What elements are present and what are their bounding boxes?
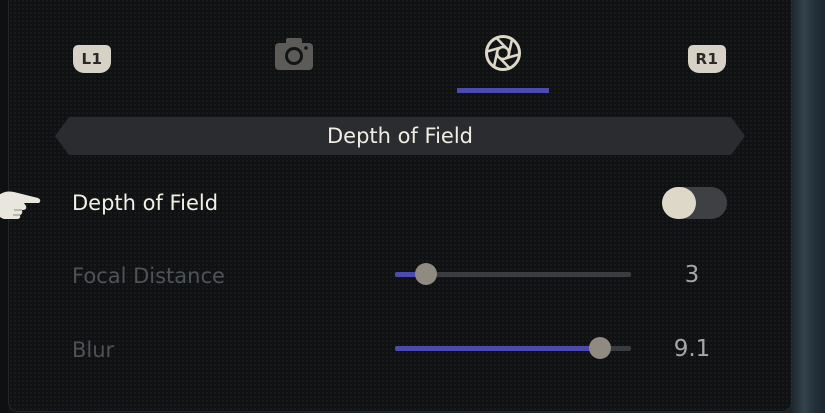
depth-of-field-label: Depth of Field: [72, 191, 219, 215]
focal-distance-value: 3: [684, 262, 700, 288]
blur-label: Blur: [72, 338, 115, 362]
blur-slider[interactable]: [395, 337, 631, 359]
depth-of-field-toggle[interactable]: [662, 187, 727, 219]
focal-distance-label: Focal Distance: [72, 264, 225, 288]
background-right-edge: [790, 0, 825, 413]
blur-slider-fill: [395, 346, 601, 351]
l1-button[interactable]: L1: [73, 45, 111, 73]
camera-icon: [275, 38, 313, 70]
section-header: Depth of Field: [55, 117, 745, 155]
l1-button-label: L1: [73, 45, 111, 73]
blur-value: 9.1: [673, 336, 711, 362]
pointing-hand-icon: [0, 191, 41, 219]
toggle-knob: [662, 187, 696, 219]
focal-distance-slider[interactable]: [395, 263, 631, 285]
selection-pointer: [0, 184, 44, 228]
r1-button[interactable]: R1: [688, 45, 726, 73]
tab-camera[interactable]: [274, 37, 314, 71]
tab-depth-of-field[interactable]: [484, 34, 522, 72]
focal-distance-slider-handle[interactable]: [414, 263, 437, 285]
aperture-icon: [485, 35, 521, 71]
r1-button-label: R1: [688, 45, 726, 73]
active-tab-underline: [457, 88, 549, 93]
section-title: Depth of Field: [326, 124, 474, 148]
